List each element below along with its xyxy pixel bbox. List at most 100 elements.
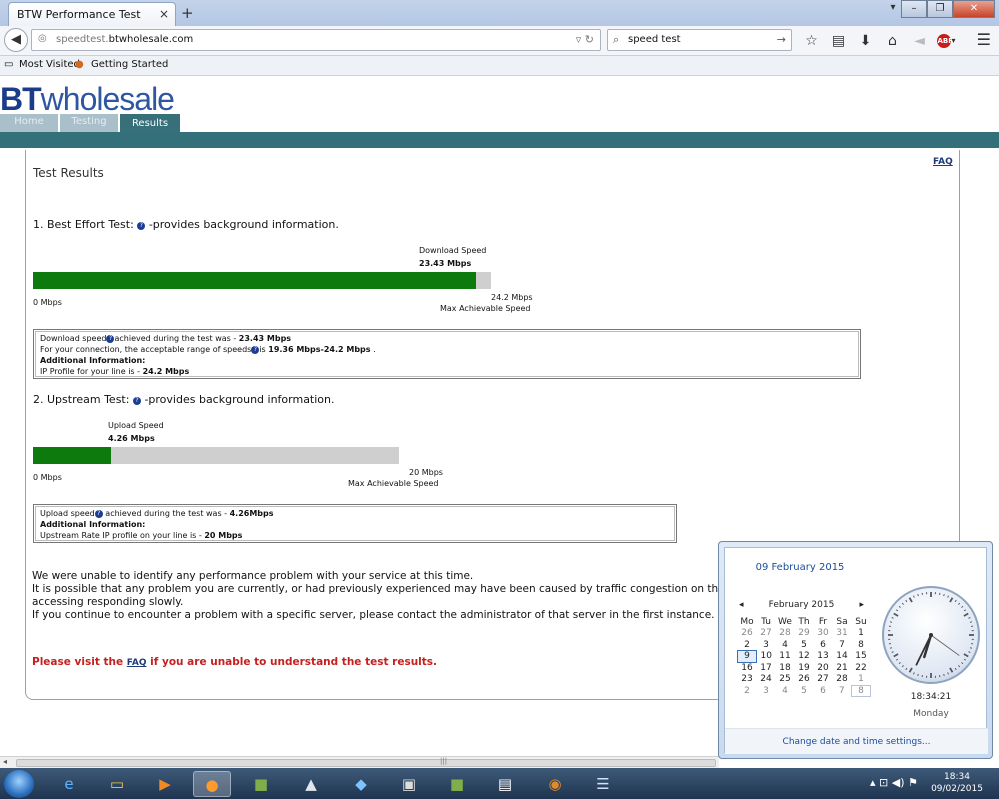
game-launcher-icon[interactable]: ◉ <box>536 771 574 797</box>
clipboard-icon[interactable]: ▤ <box>825 30 852 52</box>
calendar-day[interactable]: 23 <box>738 674 757 686</box>
calendar-day[interactable]: 13 <box>814 651 833 663</box>
bookmark-getting-started[interactable]: Getting Started <box>91 59 168 70</box>
calendar-day[interactable]: 18 <box>776 662 795 674</box>
calendar-day[interactable]: 28 <box>833 674 852 686</box>
calendar-day[interactable]: 7 <box>833 685 852 697</box>
url-bar[interactable]: ◎ speedtest.btwholesale.com ▿ ↻ <box>31 29 601 51</box>
search-go-icon[interactable]: → <box>777 33 786 46</box>
prev-month-icon[interactable]: ◂ <box>739 600 744 610</box>
calendar-day[interactable]: 15 <box>852 651 871 663</box>
star-app-icon[interactable]: ▲ <box>292 771 330 797</box>
download-info-line2: For your connection, the acceptable rang… <box>40 345 376 354</box>
calendar-day[interactable]: 22 <box>852 662 871 674</box>
next-month-icon[interactable]: ▸ <box>859 600 864 610</box>
calendar-day[interactable]: 14 <box>833 651 852 663</box>
back-icon[interactable]: ◀ <box>4 28 28 52</box>
game-app-icon[interactable]: ◆ <box>342 771 380 797</box>
document-app-icon[interactable]: ▤ <box>486 771 524 797</box>
adblock-icon[interactable]: ABP▾ <box>933 30 960 52</box>
calendar-day[interactable]: 1 <box>852 628 871 640</box>
minecraft-icon[interactable]: ■ <box>242 771 280 797</box>
calendar-day-today[interactable]: 9 <box>737 650 757 663</box>
calendar-day[interactable]: 3 <box>757 685 776 697</box>
nav-testing[interactable]: Testing <box>60 114 118 132</box>
maximize-button[interactable]: ❐ <box>927 0 953 18</box>
internet-explorer-icon[interactable]: e <box>50 771 88 797</box>
info-icon[interactable]: ? <box>94 510 103 518</box>
calendar-day[interactable]: 3 <box>757 639 776 651</box>
start-button[interactable] <box>4 770 34 798</box>
calendar-day[interactable]: 10 <box>757 651 776 663</box>
tab-close-icon[interactable]: × <box>159 7 169 21</box>
tray-expand-icon[interactable]: ▴ <box>870 776 876 789</box>
calendar-day[interactable]: 5 <box>795 639 814 651</box>
calendar-day[interactable]: 26 <box>795 674 814 686</box>
flag-icon[interactable]: ⚑ <box>908 776 918 789</box>
taskbar-clock[interactable]: 18:34 09/02/2015 <box>925 771 989 795</box>
calendar-day[interactable]: 8 <box>851 684 871 697</box>
calendar-day[interactable]: 27 <box>814 674 833 686</box>
share-icon[interactable]: ◄ <box>906 30 933 52</box>
menu-icon[interactable]: ☰ <box>977 30 991 49</box>
calendar-day[interactable]: 12 <box>795 651 814 663</box>
download-icon[interactable]: ⬇ <box>852 30 879 52</box>
calendar-full-date[interactable]: 09 February 2015 <box>725 562 875 573</box>
calendar-day[interactable]: 2 <box>738 639 757 651</box>
scroll-thumb[interactable] <box>16 759 716 767</box>
scroll-left-icon[interactable]: ◂ <box>3 757 7 766</box>
calendar-day[interactable]: 24 <box>757 674 776 686</box>
tab-list-icon[interactable]: ▾ <box>885 0 901 18</box>
calendar-day[interactable]: 31 <box>833 628 852 640</box>
calendar-day[interactable]: 6 <box>814 685 833 697</box>
bookmark-most-visited[interactable]: Most Visited <box>19 59 80 70</box>
home-icon[interactable]: ⌂ <box>879 30 906 52</box>
calendar-day[interactable]: 4 <box>776 685 795 697</box>
close-window-button[interactable]: ✕ <box>953 0 995 18</box>
bt-wholesale-logo[interactable]: BTwholesale <box>0 83 175 115</box>
calendar-day[interactable]: 6 <box>814 639 833 651</box>
minecraft-2-icon[interactable]: ■ <box>438 771 476 797</box>
date-time-settings-link[interactable]: Change date and time settings... <box>725 728 988 754</box>
calendar-day[interactable]: 28 <box>776 628 795 640</box>
eve-online-icon[interactable]: ▣ <box>390 771 428 797</box>
calendar-day[interactable]: 30 <box>814 628 833 640</box>
search-bar[interactable]: ⌕ speed test → <box>607 29 792 51</box>
calendar-day[interactable]: 11 <box>776 651 795 663</box>
calendar-day[interactable]: 5 <box>795 685 814 697</box>
calendar-day[interactable]: 17 <box>757 662 776 674</box>
faq-inline-link[interactable]: FAQ <box>127 658 147 668</box>
volume-icon[interactable]: ◀) <box>892 776 905 789</box>
calendar-day[interactable]: 21 <box>833 662 852 674</box>
calendar-day[interactable]: 27 <box>757 628 776 640</box>
nav-home[interactable]: Home <box>0 114 58 132</box>
horizontal-scrollbar[interactable]: ◂ ||| <box>0 756 719 768</box>
calendar-day[interactable]: 8 <box>852 639 871 651</box>
calendar-day[interactable]: 20 <box>814 662 833 674</box>
calendar-day[interactable]: 4 <box>776 639 795 651</box>
network-icon[interactable]: ⊡ <box>879 776 888 789</box>
info-icon[interactable]: ? <box>132 397 141 405</box>
nav-results[interactable]: Results <box>120 114 180 134</box>
list-app-icon[interactable]: ☰ <box>584 771 622 797</box>
faq-link[interactable]: FAQ <box>933 157 953 167</box>
calendar-day[interactable]: 2 <box>738 685 757 697</box>
calendar-day[interactable]: 1 <box>852 674 871 686</box>
calendar-day[interactable]: 25 <box>776 674 795 686</box>
search-input[interactable]: speed test <box>628 34 681 45</box>
new-tab-button[interactable]: + <box>181 4 194 22</box>
reload-icon[interactable]: ▿ ↻ <box>576 33 594 46</box>
calendar-day[interactable]: 19 <box>795 662 814 674</box>
calendar-month[interactable]: February 2015 <box>769 600 835 610</box>
star-icon[interactable]: ☆ <box>798 30 825 52</box>
calendar-day[interactable]: 7 <box>833 639 852 651</box>
file-explorer-icon[interactable]: ▭ <box>98 771 136 797</box>
calendar-day[interactable]: 16 <box>738 662 757 674</box>
media-player-icon[interactable]: ▶ <box>146 771 184 797</box>
info-icon[interactable]: ? <box>137 222 146 230</box>
browser-tab[interactable]: BTW Performance Test × <box>8 2 176 26</box>
firefox-taskbar-icon[interactable]: ● <box>193 771 231 797</box>
calendar-day[interactable]: 26 <box>738 628 757 640</box>
minimize-button[interactable]: – <box>901 0 927 18</box>
calendar-day[interactable]: 29 <box>795 628 814 640</box>
